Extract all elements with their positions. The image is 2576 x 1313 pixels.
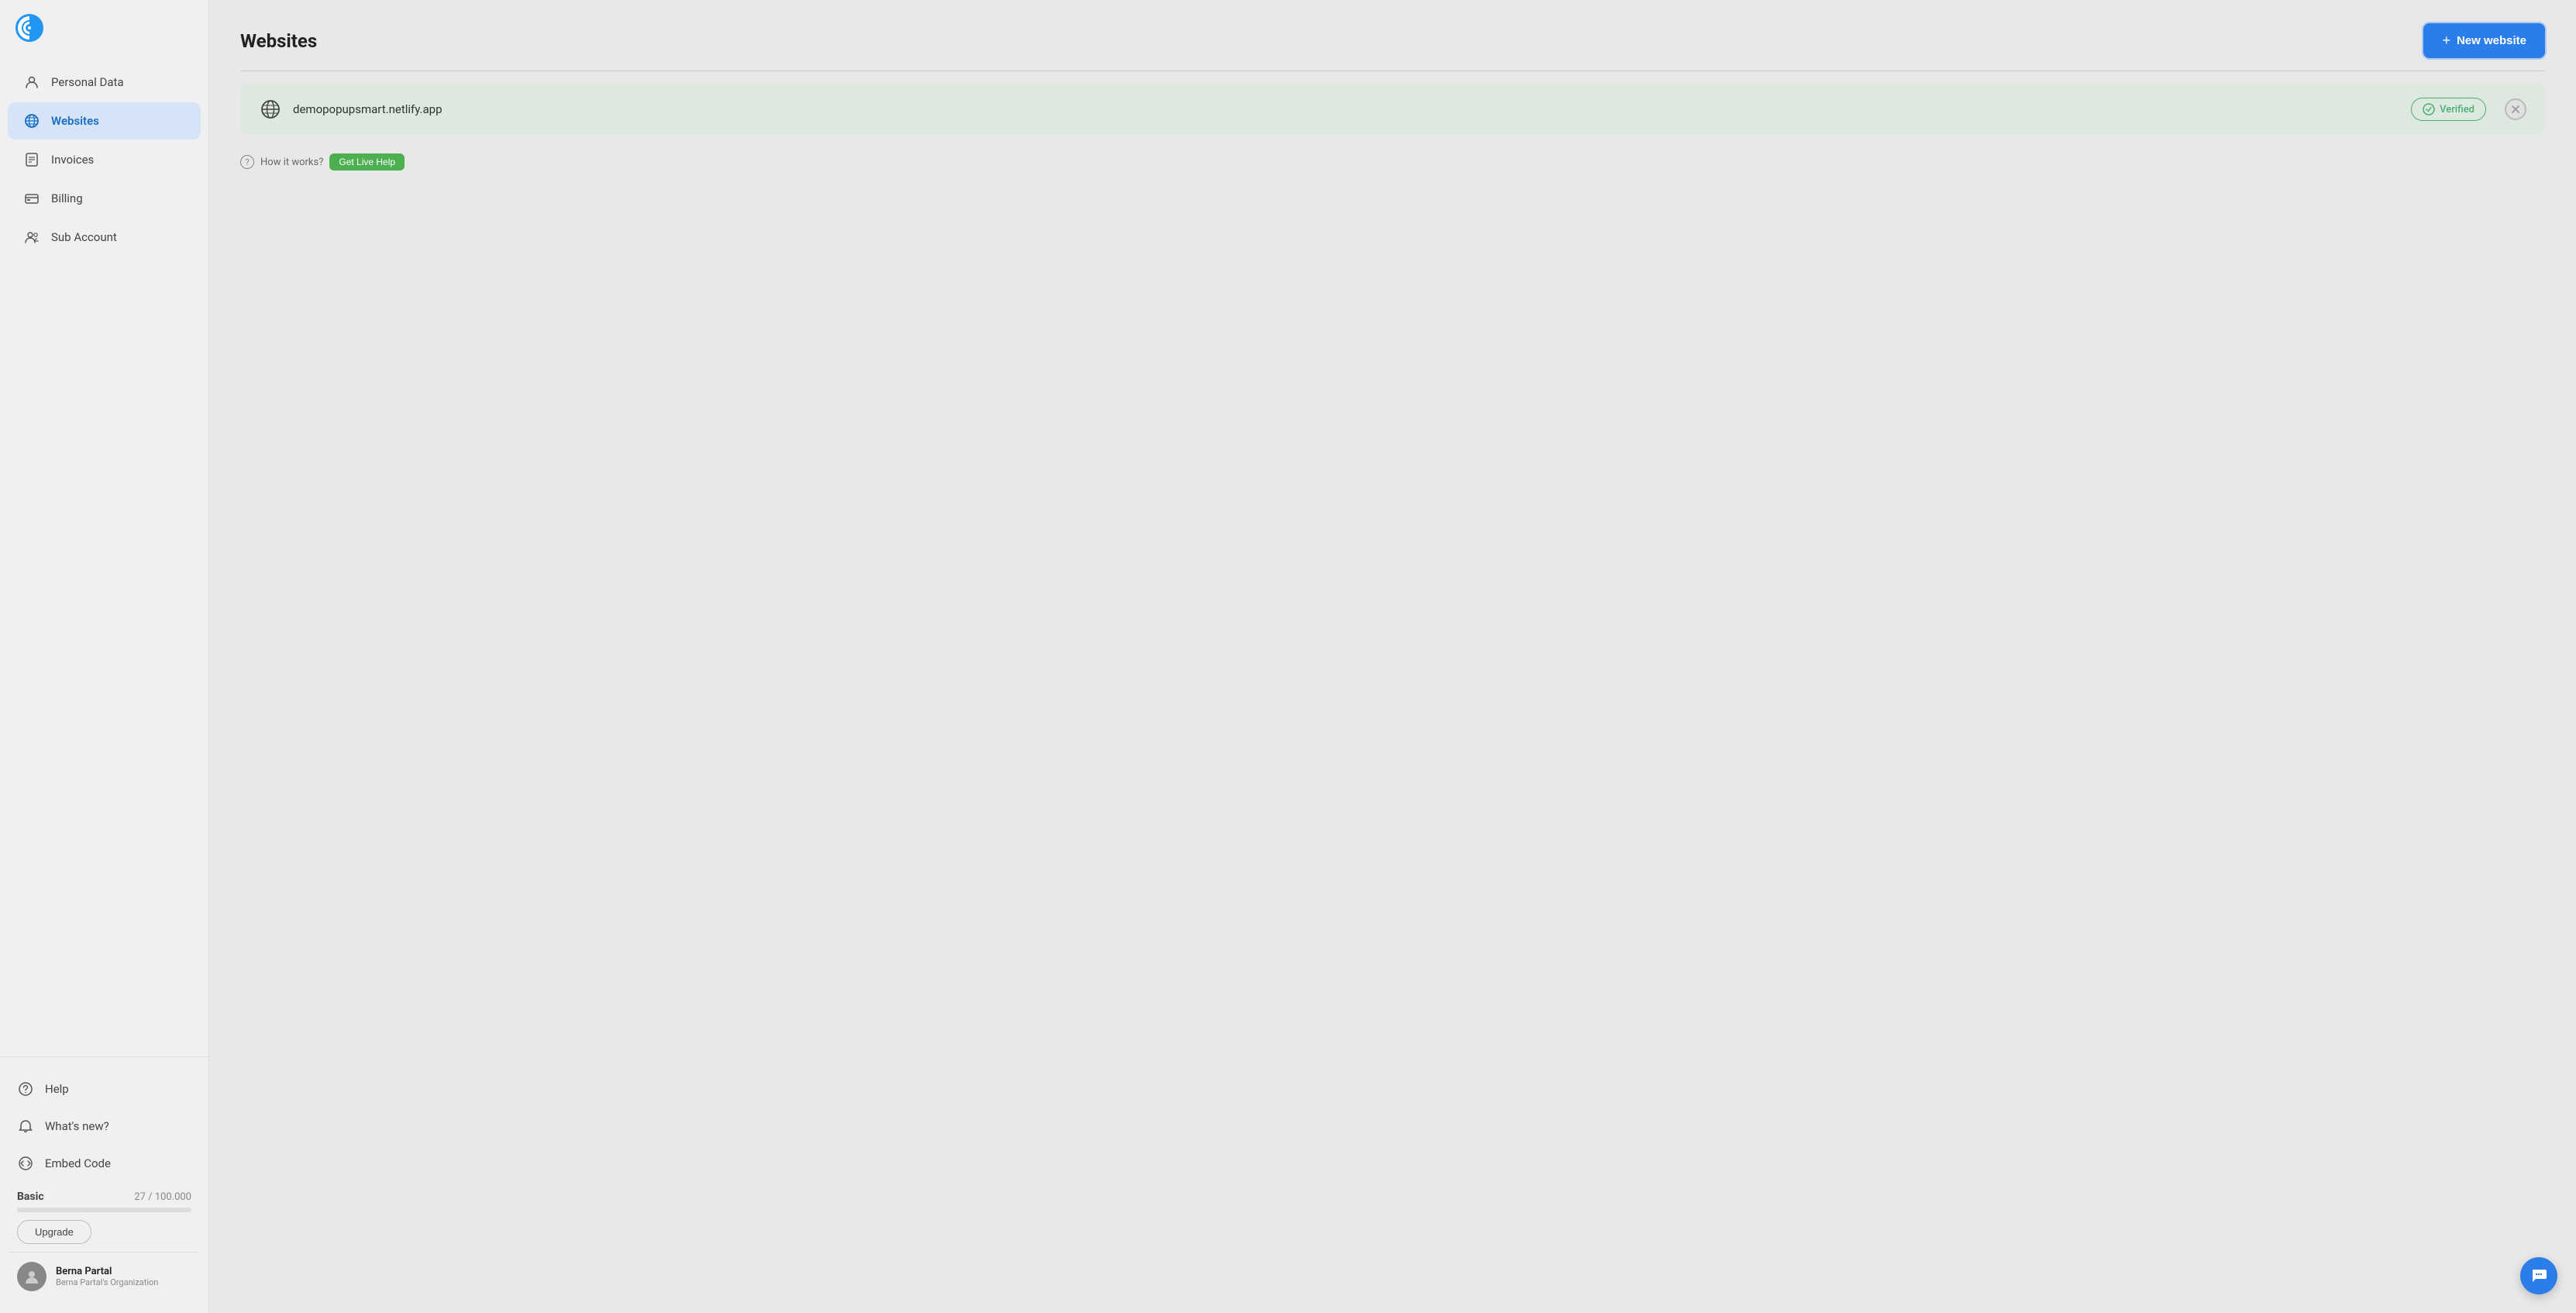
website-url: demopopupsmart.netlify.app	[293, 102, 2400, 116]
new-website-button[interactable]: + New website	[2423, 23, 2545, 58]
sidebar-item-websites[interactable]: Websites	[8, 102, 201, 140]
sidebar-item-label: Sub Account	[51, 230, 117, 244]
website-globe-icon	[259, 98, 282, 121]
help-circle-icon	[17, 1080, 34, 1098]
website-item: demopopupsmart.netlify.app Verified	[240, 84, 2545, 135]
page-title: Websites	[240, 30, 317, 52]
nav-items: Personal Data Websites	[0, 56, 208, 1056]
main-content: Websites + New website demopopupsmart.ne…	[209, 0, 2576, 1313]
user-org: Berna Partal's Organization	[56, 1277, 158, 1287]
logo-area	[0, 0, 208, 56]
globe-icon	[23, 112, 40, 129]
receipt-icon	[23, 151, 40, 168]
code-icon	[17, 1155, 34, 1172]
sidebar-item-label: Help	[45, 1082, 69, 1096]
bell-icon	[17, 1118, 34, 1135]
sidebar: Personal Data Websites	[0, 0, 209, 1313]
app-logo	[15, 14, 43, 42]
plan-name: Basic	[17, 1191, 44, 1203]
sidebar-item-embed-code[interactable]: Embed Code	[9, 1146, 199, 1181]
sidebar-item-label: Invoices	[51, 153, 94, 167]
sidebar-item-personal-data[interactable]: Personal Data	[8, 64, 201, 101]
sidebar-item-whats-new[interactable]: What's new?	[9, 1108, 199, 1144]
question-icon: ?	[240, 155, 254, 169]
verified-badge: Verified	[2411, 98, 2486, 121]
avatar	[17, 1262, 46, 1291]
sidebar-item-sub-account[interactable]: Sub Account	[8, 219, 201, 256]
sidebar-item-help[interactable]: Help	[9, 1071, 199, 1107]
group-icon	[23, 229, 40, 246]
page-header: Websites + New website	[240, 23, 2545, 71]
how-it-works-text: How it works?	[260, 157, 323, 168]
plan-section: Basic 27 / 100.000 Upgrade	[9, 1183, 199, 1249]
sidebar-item-label: Websites	[51, 114, 99, 128]
upgrade-button[interactable]: Upgrade	[17, 1220, 91, 1244]
plus-icon: +	[2442, 33, 2450, 49]
user-section: Berna Partal Berna Partal's Organization	[9, 1252, 199, 1301]
sidebar-item-billing[interactable]: Billing	[8, 180, 201, 217]
sidebar-item-invoices[interactable]: Invoices	[8, 141, 201, 178]
card-icon	[23, 190, 40, 207]
person-icon	[23, 74, 40, 91]
checkmark-icon	[2423, 103, 2435, 115]
verified-label: Verified	[2440, 104, 2474, 115]
sidebar-item-label: Personal Data	[51, 75, 124, 89]
user-info: Berna Partal Berna Partal's Organization	[56, 1266, 158, 1287]
remove-website-button[interactable]	[2505, 98, 2526, 120]
sidebar-item-label: What's new?	[45, 1119, 109, 1133]
sidebar-item-label: Embed Code	[45, 1156, 111, 1170]
sidebar-item-label: Billing	[51, 191, 83, 205]
plan-usage: 27 / 100.000	[134, 1191, 191, 1203]
new-website-label: New website	[2457, 34, 2526, 47]
get-live-help-button[interactable]: Get Live Help	[329, 153, 405, 171]
chat-support-button[interactable]	[2520, 1257, 2557, 1294]
plan-progress-bar	[17, 1208, 191, 1212]
sidebar-bottom: Help What's new? Embed Code	[0, 1056, 208, 1313]
user-name: Berna Partal	[56, 1266, 158, 1277]
how-it-works-section: ? How it works? Get Live Help	[240, 153, 2545, 171]
